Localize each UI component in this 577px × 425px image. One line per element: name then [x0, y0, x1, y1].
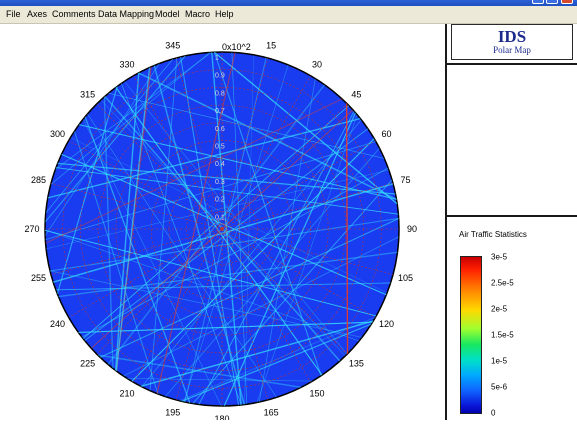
angle-label: 210: [119, 389, 134, 399]
angle-label: 45: [351, 90, 361, 100]
radial-label: 0.4: [215, 161, 225, 168]
ids-header-box: IDS Polar Map: [451, 24, 573, 60]
colorbar-title: Air Traffic Statistics: [459, 230, 527, 239]
radial-label: 1: [215, 55, 219, 62]
angle-label: 90: [407, 224, 417, 234]
angle-label: 135: [349, 358, 364, 368]
maximize-button[interactable]: [546, 0, 558, 4]
colorbar-tick: 2e-5: [491, 304, 508, 314]
divider: [447, 215, 577, 217]
colorbar-gradient: [460, 256, 482, 414]
menu-model[interactable]: Model: [155, 9, 180, 19]
radial-label: 0.8: [215, 90, 225, 97]
angle-label: 180: [214, 414, 229, 420]
colorbar-tick: 1e-5: [491, 356, 508, 366]
angle-label: 165: [264, 408, 279, 418]
menu-bar: File Axes Comments Data Mapping Model Ma…: [0, 6, 577, 24]
colorbar-tick: 2.5e-5: [491, 278, 514, 288]
radial-label: 0.6: [215, 126, 225, 133]
angle-label: 30: [312, 59, 322, 69]
menu-macro[interactable]: Macro: [185, 9, 210, 19]
angle-label: 285: [31, 175, 46, 185]
angle-label: 255: [31, 273, 46, 283]
traffic-track: [345, 103, 349, 354]
app-title: IDS: [497, 27, 527, 46]
angle-label: 300: [50, 129, 65, 139]
colorbar-tick: 3e-5: [491, 252, 508, 262]
angle-label: 195: [165, 408, 180, 418]
minimize-button[interactable]: [532, 0, 544, 4]
menu-file[interactable]: File: [6, 9, 21, 19]
angle-label: 105: [398, 273, 413, 283]
right-panel: IDS Polar Map Air Traffic Statistics 3e-…: [447, 24, 577, 420]
angle-label: 240: [50, 319, 65, 329]
angle-label: 75: [401, 175, 411, 185]
polar-map[interactable]: 0x10^2 345 15 330 30 315 45 300 60 285 75 270 90 255…: [0, 24, 445, 424]
menu-help[interactable]: Help: [215, 9, 234, 19]
angle-label: 60: [382, 129, 392, 139]
menu-comments[interactable]: Comments: [52, 9, 96, 19]
radial-label: 0.9: [215, 73, 225, 80]
angle-label: 225: [80, 358, 95, 368]
colorbar-tick: 1.5e-5: [491, 330, 514, 340]
radial-label: 0.5: [215, 144, 225, 151]
radial-label: 0.3: [215, 179, 225, 186]
radial-label: 0.7: [215, 108, 225, 115]
angle-label: 270: [24, 224, 39, 234]
angle-label: 345: [165, 40, 180, 50]
angle-label: 330: [119, 59, 134, 69]
angle-label: 120: [379, 319, 394, 329]
divider: [447, 63, 577, 65]
colorbar-tick: 0: [491, 408, 496, 418]
close-button[interactable]: [561, 0, 573, 4]
menu-data-mapping[interactable]: Data Mapping: [98, 9, 154, 19]
menu-axes[interactable]: Axes: [27, 9, 47, 19]
angle-label: 150: [309, 389, 324, 399]
colorbar-tick: 5e-6: [491, 382, 508, 392]
angle-label: 315: [80, 90, 95, 100]
polar-plot-area[interactable]: 0x10^2 345 15 330 30 315 45 300 60 285 75 270 90 255…: [0, 24, 447, 424]
radial-label: 0.1: [215, 214, 225, 221]
angle-label: 15: [266, 40, 276, 50]
radial-label: 0.2: [215, 197, 225, 204]
scale-label: 0x10^2: [222, 42, 251, 52]
app-subtitle: Polar Map: [493, 45, 531, 55]
